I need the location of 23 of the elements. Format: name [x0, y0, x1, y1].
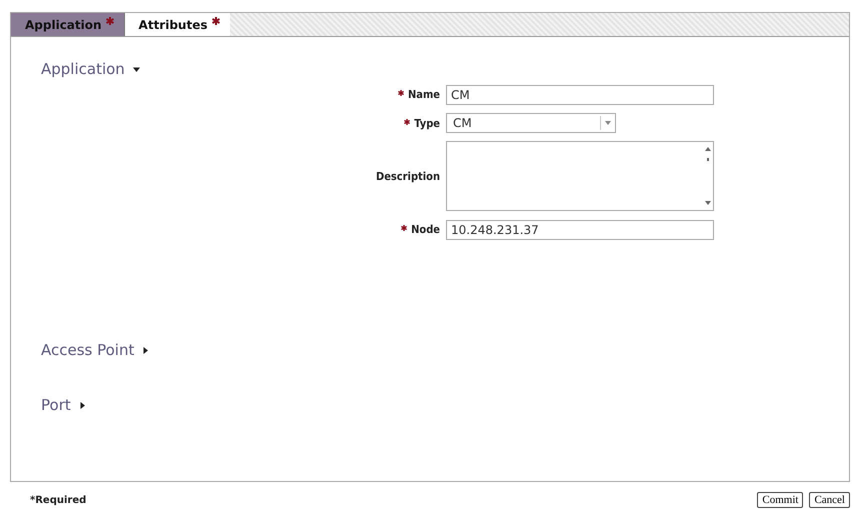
- asterisk-icon: [106, 16, 114, 24]
- field-label: Name: [408, 88, 440, 101]
- tab[interactable]: Application: [11, 13, 125, 36]
- section-header[interactable]: Port: [41, 396, 86, 414]
- form-button[interactable]: Cancel: [809, 492, 850, 508]
- description-field[interactable]: [446, 141, 714, 211]
- scrollbar-icon: [705, 146, 711, 206]
- section-header[interactable]: Application: [41, 60, 140, 78]
- type-dropdown[interactable]: CM: [446, 113, 616, 133]
- asterisk-icon: [212, 16, 220, 24]
- caret-right-icon: [78, 402, 86, 408]
- tab[interactable]: Attributes: [124, 13, 230, 36]
- text-field[interactable]: CM: [446, 85, 714, 105]
- caret-down-icon: [132, 66, 140, 72]
- form-button[interactable]: Commit: [757, 492, 804, 508]
- field-label: Description: [376, 170, 440, 182]
- text-field[interactable]: 10.248.231.37: [446, 220, 714, 240]
- field-label: Node: [411, 223, 440, 236]
- required-note: *Required: [30, 494, 86, 506]
- field-label: Type: [414, 116, 440, 130]
- section-header[interactable]: Access Point: [41, 341, 150, 359]
- caret-right-icon: [142, 346, 150, 354]
- dropdown-arrow-icon: [605, 121, 611, 125]
